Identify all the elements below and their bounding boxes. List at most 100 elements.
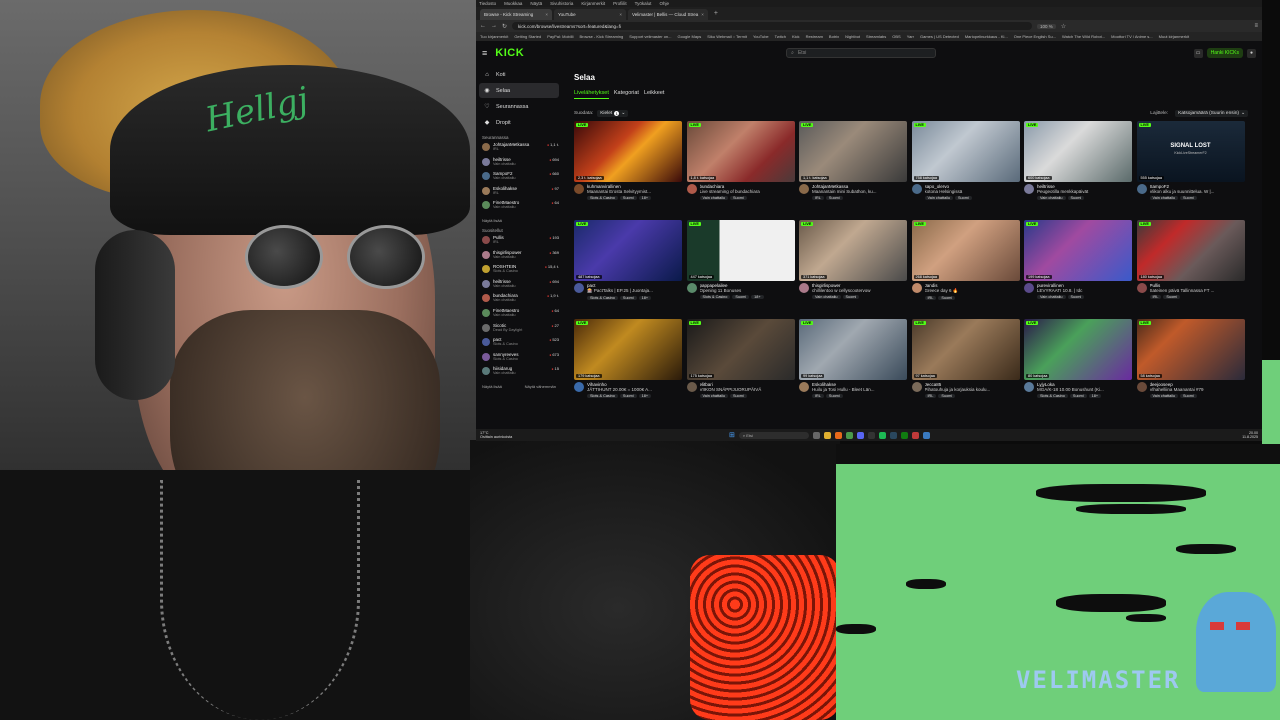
sidebar-item-dropit[interactable]: ◆ Dropit	[479, 115, 559, 130]
sidebar-channel[interactable]: ROSHTEINSlots & Casino15,4 t.	[479, 264, 559, 279]
back-icon[interactable]: ←	[480, 23, 486, 29]
stream-title[interactable]: Pihatouhuja ja korjauksia koulu...	[925, 387, 1020, 392]
avatar[interactable]	[911, 382, 922, 392]
tag-pill[interactable]: IRL	[924, 394, 937, 398]
reload-icon[interactable]: ↻	[502, 23, 507, 30]
bookmark-item[interactable]: Tuo kirjanmerkit	[480, 34, 508, 39]
chat-icon[interactable]: ▭	[1193, 48, 1203, 58]
sidebar-channel[interactable]: PullisIRL193	[479, 235, 559, 250]
stream-card[interactable]: LIVE 179 katsojaa Vihavinho JÄTTIHUNT 20.00…	[574, 319, 682, 411]
xbox-icon[interactable]	[900, 431, 908, 439]
forward-icon[interactable]: →	[491, 23, 497, 29]
tag-pill[interactable]: IRL	[1149, 295, 1162, 299]
bookmark-item[interactable]: Getting Started	[514, 34, 541, 39]
bookmark-item[interactable]: Twitch	[775, 34, 786, 39]
bookmark-item[interactable]: Kick	[792, 34, 800, 39]
taskview-icon[interactable]	[812, 431, 820, 439]
show-more-recommended[interactable]: Näytä lisää	[482, 384, 502, 389]
browser-tab[interactable]: Velimaster | Bellis — Cloud Strea ×	[628, 9, 708, 20]
bookmark-item[interactable]: One Piece English Su...	[1014, 34, 1056, 39]
stream-title[interactable]: Opening 11 Bonuses	[700, 288, 795, 293]
stream-thumbnail[interactable]: LIVE 447 katsojaa	[686, 220, 795, 281]
stream-title[interactable]: Sateinen päivä Tallinnassa FT ...	[1150, 288, 1245, 293]
stream-title[interactable]: Peugeotilla menkkapäivät	[1037, 189, 1132, 194]
bookmark-item[interactable]: Botrix	[829, 34, 839, 39]
stream-title[interactable]: MGA/K-18 10.00 Bonushunt (Ki...	[1037, 387, 1132, 392]
stream-card[interactable]: LIVE 371 katsojaa thisgirlispower chillilen…	[799, 220, 907, 312]
stream-title[interactable]: Maanantai Erosta Selvityymist...	[587, 189, 682, 194]
stream-thumbnail[interactable]: LIVE 97 katsojaa	[911, 319, 1020, 380]
stream-thumbnail[interactable]: LIVE 179 katsojaa	[574, 319, 682, 380]
sidebar-channel[interactable]: thisgirlispowerVain chattailu369	[479, 250, 559, 265]
stream-thumbnail[interactable]: LIVE 180 katsojaa	[1136, 220, 1245, 281]
bookmark-item[interactable]: Moottori TV / Anime s...	[1111, 34, 1153, 39]
avatar[interactable]	[1136, 184, 1147, 194]
sidebar-item-koti[interactable]: ⌂ Koti	[479, 67, 559, 82]
tag-pill[interactable]: Suomi	[1180, 196, 1197, 200]
menu-icon[interactable]: ≡	[1254, 23, 1258, 29]
stream-card[interactable]: LIVE 555 katsojaa SIGNAL LOST KickLiveStrea…	[1136, 121, 1245, 213]
get-kicks-button[interactable]: Hanki KICKs	[1206, 48, 1243, 58]
avatar[interactable]	[1024, 283, 1034, 293]
bookmark-item[interactable]: PayPal: Mobilli	[547, 34, 573, 39]
stream-card[interactable]: LIVE 447 katsojaa pappapelailee Opening 11 …	[686, 220, 795, 312]
stream-thumbnail[interactable]: LIVE 268 katsojaa	[911, 220, 1020, 281]
menu-item[interactable]: Näytä	[530, 1, 542, 6]
tag-pill[interactable]: Suomi	[1067, 196, 1085, 200]
stream-title[interactable]: Viikon alku ja suunnittelua. W |...	[1150, 189, 1245, 194]
stream-thumbnail[interactable]: LIVE 199 katsojaa	[1024, 220, 1132, 281]
steam-icon[interactable]	[889, 431, 897, 439]
tag-pill[interactable]: Suomi	[730, 196, 747, 200]
stream-card[interactable]: LIVE 487 katsojaa pact 🎰 PactTalks | EP.25 …	[574, 220, 682, 312]
taskbar-clock[interactable]: 20.00 11.8.2025	[1242, 431, 1258, 440]
bookmark-item[interactable]: Mariopelinurkkaus - Ki...	[965, 34, 1008, 39]
avatar[interactable]	[1024, 382, 1034, 392]
sidebar-channel[interactable]: EskolihakseIRL97	[479, 186, 559, 201]
tag-pill[interactable]: Suomi	[842, 295, 860, 299]
tag-pill[interactable]: IRL	[812, 196, 824, 200]
tab-leikkeet[interactable]: Leikkeet	[644, 90, 665, 99]
close-icon[interactable]: ×	[619, 12, 622, 17]
bookmark-item[interactable]: Siku Webmail :: Termit	[707, 34, 747, 39]
browser-tab[interactable]: Browse - Kick Streaming ×	[480, 9, 552, 20]
stream-card[interactable]: LIVE 97 katsojaa Jecca85 Pihatouhuja ja kor…	[911, 319, 1020, 411]
app-icon[interactable]	[911, 431, 919, 439]
hamburger-icon[interactable]: ≡	[482, 48, 487, 58]
sort-value[interactable]: Katsojamäärä (Suurin ensin) ⌄	[1175, 110, 1248, 117]
stream-thumbnail[interactable]: LIVE 371 katsojaa	[799, 220, 907, 281]
kick-logo[interactable]: KICK	[495, 47, 524, 59]
tag-pill[interactable]: 18+	[751, 295, 764, 299]
tag-pill[interactable]: Suomi	[938, 394, 956, 398]
tag-pill[interactable]: 18+	[1088, 394, 1102, 398]
tag-pill[interactable]: IRL	[924, 296, 937, 300]
menu-item[interactable]: Sivuhistoria	[550, 1, 573, 6]
discord-icon[interactable]	[856, 431, 864, 439]
avatar[interactable]	[686, 184, 697, 194]
zoom-level[interactable]: 100 %	[1037, 23, 1056, 29]
browser-tab[interactable]: YouTube ×	[554, 9, 626, 20]
bookmark-item[interactable]: Streamlabs	[866, 34, 886, 39]
sidebar-item-selaa[interactable]: ◉ Selaa	[479, 83, 559, 98]
tag-pill[interactable]: Slots & Casino	[699, 295, 731, 299]
avatar[interactable]	[799, 184, 809, 194]
menu-item[interactable]: Muokkaa	[504, 1, 522, 6]
tag-pill[interactable]: Suomi	[938, 296, 956, 300]
star-icon[interactable]: ☆	[1061, 23, 1066, 30]
stream-card[interactable]: LIVE 1,1 t. katsojaa JohtajanMetkassa Maana…	[799, 121, 907, 213]
stream-title[interactable]: 🎰 PactTalks | EP.25 | Juontaja...	[587, 288, 682, 294]
stream-card[interactable]: LIVE 758 katsojaa sapo_olervo kotona Helsin…	[911, 121, 1020, 213]
stream-title[interactable]: chillilentoo w cellyscootervow	[812, 288, 907, 293]
bookmark-item[interactable]: Yarr	[907, 34, 914, 39]
stream-card[interactable]: LIVE 80 katsojaa LyjyLoka MGA/K-18 10.00 Bo…	[1024, 319, 1132, 411]
weather-widget[interactable]: 17°C Osittain aurinkoista	[480, 431, 520, 439]
stream-thumbnail[interactable]: LIVE 1,1 t. katsojaa	[799, 121, 907, 182]
obs-icon[interactable]	[867, 431, 875, 439]
tag-pill[interactable]: Suomi	[825, 394, 843, 398]
bookmark-item[interactable]: Google Maps	[678, 34, 702, 39]
stream-card[interactable]: LIVE 99 katsojaa Eskolihakse Huilu ja Tosi …	[799, 319, 907, 411]
stream-thumbnail[interactable]: LIVE 1,8 t. katsojaa	[686, 121, 795, 182]
firefox-icon[interactable]	[834, 431, 842, 439]
bookmark-item[interactable]: Browse - Kick Streaming	[579, 34, 623, 39]
stream-card[interactable]: LIVE 1,8 t. katsojaa bundachiara Live strea…	[686, 121, 795, 213]
tag-pill[interactable]: Suomi	[1067, 295, 1085, 299]
